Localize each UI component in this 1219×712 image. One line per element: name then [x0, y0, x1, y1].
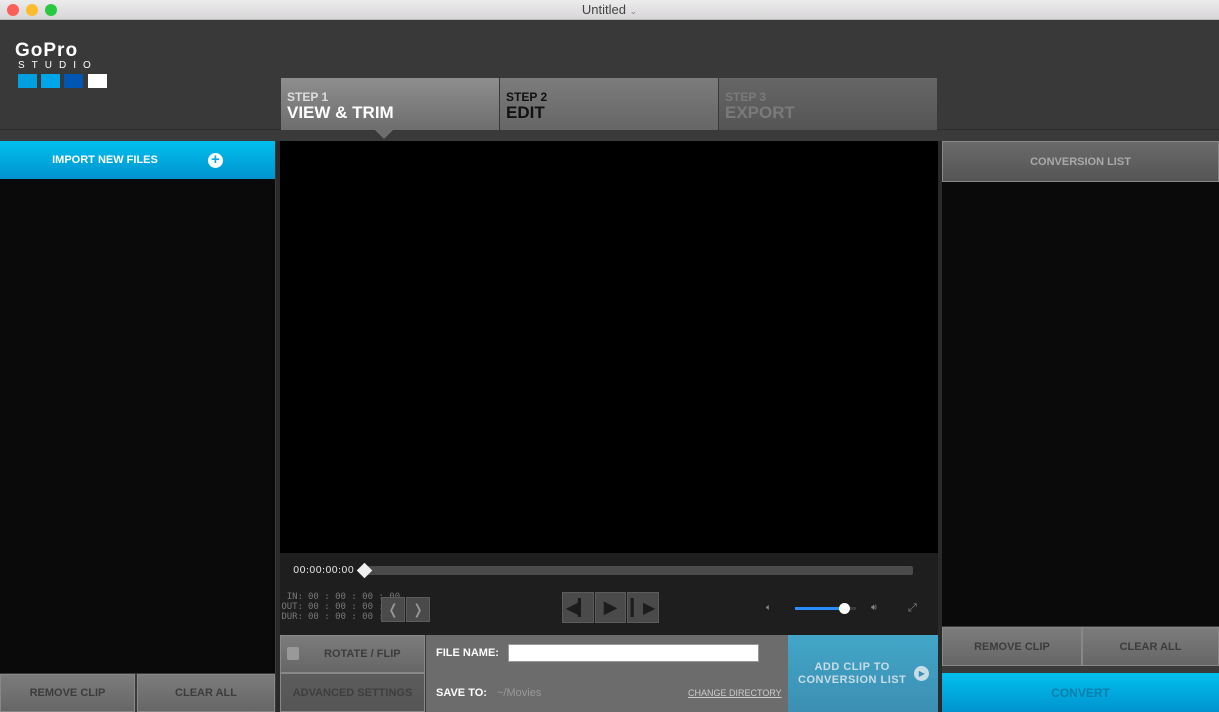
import-new-files-button[interactable]: IMPORT NEW FILES + [0, 141, 275, 179]
file-name-label: FILE NAME: [436, 647, 499, 659]
step-forward-icon: ▎▶ [630, 598, 656, 617]
mark-in-icon: ❬ [387, 601, 399, 618]
volume-knob[interactable] [838, 603, 850, 614]
add-clip-line1: ADD CLIP TO [814, 660, 890, 673]
left-remove-clip-button[interactable]: REMOVE CLIP [0, 674, 135, 712]
tab-step-number: STEP 1 [287, 90, 329, 104]
change-directory-link[interactable]: CHANGE DIRECTORY [688, 688, 782, 698]
right-remove-clip-button[interactable]: REMOVE CLIP [942, 627, 1082, 666]
timeline-scrubber[interactable] [362, 566, 913, 575]
tab-step-label: VIEW & TRIM [287, 103, 394, 122]
save-to-label: SAVE TO: [436, 687, 487, 699]
play-icon: ▶ [603, 597, 618, 618]
video-preview[interactable] [280, 141, 938, 553]
rotate-flip-label: ROTATE / FLIP [324, 648, 401, 660]
media-file-list[interactable] [0, 179, 275, 673]
tab-step-2[interactable]: STEP 2 EDIT [500, 78, 718, 130]
logo-product: STUDIO [18, 60, 98, 71]
tab-step-1[interactable]: STEP 1 VIEW & TRIM [281, 78, 499, 130]
tab-step-label: EDIT [506, 103, 545, 122]
minimize-window-button[interactable] [26, 4, 38, 16]
step-back-button[interactable]: ◀▎ [562, 592, 594, 623]
file-name-input[interactable] [508, 644, 759, 662]
logo-square [64, 74, 83, 88]
play-button[interactable]: ▶ [595, 592, 626, 623]
close-window-button[interactable] [7, 4, 19, 16]
in-label: IN: [286, 592, 303, 602]
plus-circle-icon: + [207, 152, 223, 168]
logo-square [18, 74, 37, 88]
convert-button[interactable]: CONVERT [942, 673, 1219, 712]
tab-step-3[interactable]: STEP 3 EXPORT [719, 78, 937, 130]
right-clear-all-button[interactable]: CLEAR ALL [1082, 627, 1219, 666]
save-to-path: ~/Movies [497, 687, 542, 699]
add-clip-line2: CONVERSION LIST [798, 673, 907, 686]
step-forward-button[interactable]: ▎▶ [627, 592, 659, 623]
step-back-icon: ◀▎ [565, 598, 591, 617]
volume-low-icon[interactable]: 🔈︎ [766, 603, 771, 613]
volume-fill [795, 607, 844, 610]
conversion-list-header: CONVERSION LIST [942, 141, 1219, 182]
fullscreen-icon[interactable]: ⤢ [908, 601, 917, 615]
volume-high-icon[interactable]: 🔊︎ [871, 603, 877, 613]
rotate-flip-checkbox[interactable] [287, 647, 299, 660]
chevron-down-icon[interactable]: ⌄ [630, 6, 638, 16]
logo-square [88, 74, 107, 88]
rotate-flip-button[interactable]: ROTATE / FLIP [280, 635, 425, 673]
active-tab-pointer-icon [375, 130, 393, 139]
window-title[interactable]: Untitled [582, 2, 626, 17]
title-bar: Untitled ⌄ [0, 0, 1219, 20]
logo-brand: GoPro [15, 40, 79, 61]
tab-step-number: STEP 2 [506, 90, 548, 104]
tab-step-number: STEP 3 [725, 90, 767, 104]
advanced-settings-button[interactable]: ADVANCED SETTINGS [280, 673, 425, 712]
arrow-right-circle-icon: ▶ [914, 666, 930, 681]
conversion-list[interactable] [942, 182, 1219, 626]
add-clip-label: ADD CLIP TO CONVERSION LIST [798, 661, 906, 687]
logo-square [41, 74, 60, 88]
dur-label: DUR: [281, 612, 303, 622]
in-out-labels: IN: OUT: DUR: [281, 592, 303, 622]
current-timecode: 00:00:00:00 [293, 565, 355, 576]
tab-step-label: EXPORT [725, 103, 795, 122]
add-clip-to-conversion-list-button[interactable]: ADD CLIP TO CONVERSION LIST ▶ [788, 635, 938, 712]
out-label: OUT: [281, 602, 303, 612]
left-clear-all-button[interactable]: CLEAR ALL [137, 674, 275, 712]
import-label: IMPORT NEW FILES [52, 154, 158, 166]
mark-out-button[interactable]: ❭ [406, 597, 430, 622]
zoom-window-button[interactable] [45, 4, 57, 16]
mark-in-button[interactable]: ❬ [381, 597, 405, 622]
mark-out-icon: ❭ [412, 601, 424, 618]
